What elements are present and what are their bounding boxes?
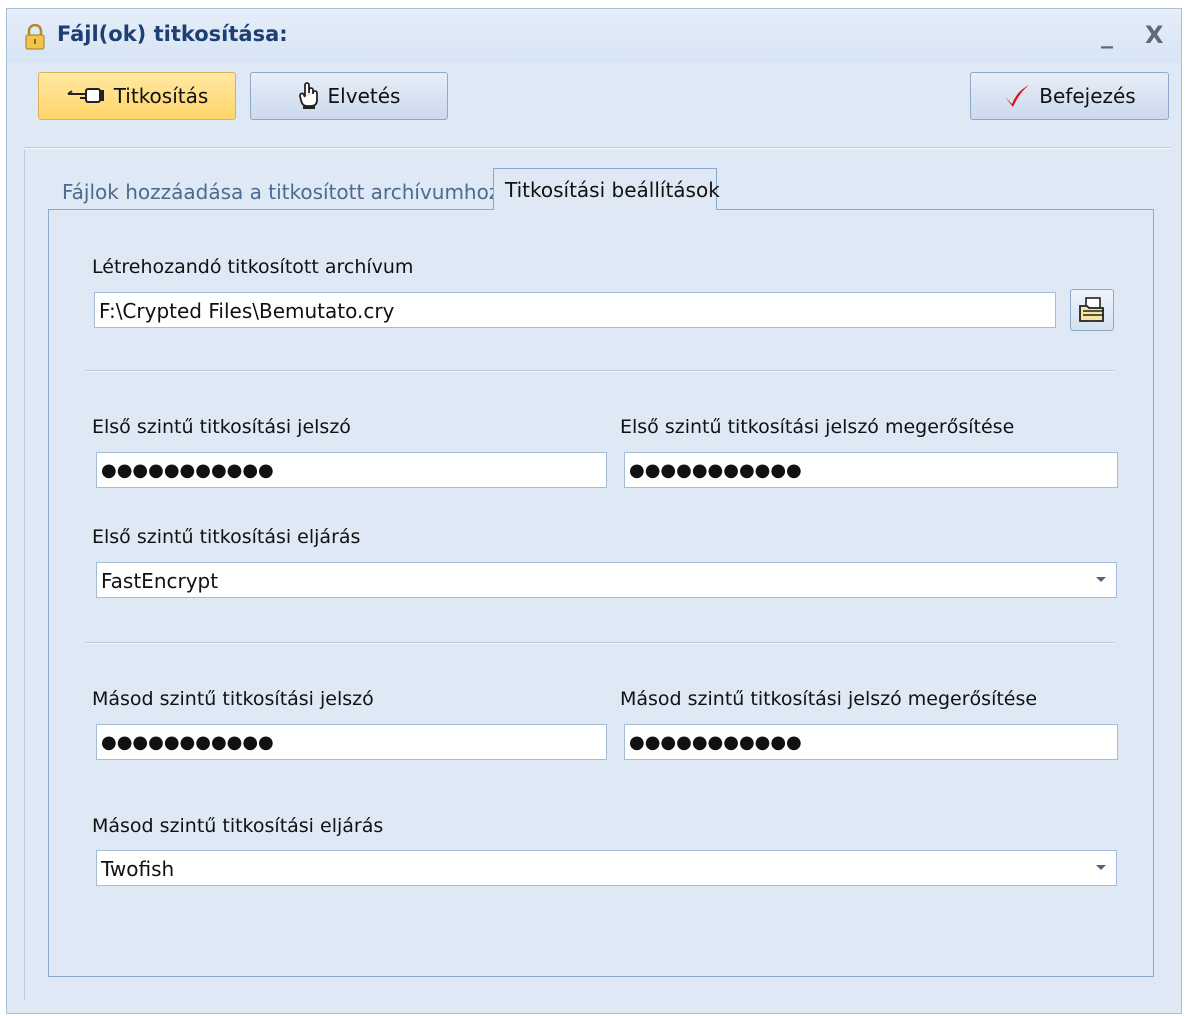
level2-confirm-input[interactable]: ●●●●●●●●●●● <box>624 724 1118 760</box>
level1-password-label: Első szintű titkosítási jelszó <box>92 416 351 438</box>
chevron-down-icon <box>1096 865 1106 870</box>
raised-hand-icon <box>298 82 318 109</box>
chevron-down-icon <box>1096 577 1106 582</box>
browse-button[interactable] <box>1070 289 1114 331</box>
tab-encryption-settings[interactable]: Titkosítási beállítások <box>493 168 720 210</box>
checkmark-icon <box>1005 85 1030 107</box>
level1-confirm-input[interactable]: ●●●●●●●●●●● <box>624 452 1118 488</box>
level1-method-value: FastEncrypt <box>101 569 219 593</box>
archive-label: Létrehozandó titkosított archívum <box>92 256 414 278</box>
window-title: Fájl(ok) titkosítása: <box>57 22 288 46</box>
level2-method-value: Twofish <box>101 857 175 881</box>
level1-method-select[interactable]: FastEncrypt <box>96 562 1117 598</box>
pointing-hand-icon <box>67 88 104 103</box>
toolbar-separator <box>24 147 1170 149</box>
discard-button-label: Elvetés <box>327 84 401 108</box>
level2-password-label: Másod szintű titkosítási jelszó <box>92 688 374 710</box>
lock-icon <box>25 24 45 50</box>
folder-open-icon <box>1079 297 1104 322</box>
section-divider <box>86 370 1114 372</box>
discard-button[interactable]: Elvetés <box>250 72 448 120</box>
finish-button[interactable]: Befejezés <box>970 72 1169 120</box>
close-button[interactable]: X <box>1145 21 1164 49</box>
level2-method-select[interactable]: Twofish <box>96 850 1117 886</box>
archive-path-input[interactable]: F:\Crypted Files\Bemutato.cry <box>94 292 1056 328</box>
tab-add-files[interactable]: Fájlok hozzáadása a titkosított archívum… <box>62 180 499 204</box>
level1-password-input[interactable]: ●●●●●●●●●●● <box>96 452 607 488</box>
level2-method-label: Másod szintű titkosítási eljárás <box>92 815 384 837</box>
encrypt-button[interactable]: Titkosítás <box>38 72 236 120</box>
level1-confirm-label: Első szintű titkosítási jelszó megerősít… <box>620 416 1015 438</box>
level2-password-input[interactable]: ●●●●●●●●●●● <box>96 724 607 760</box>
encrypt-button-label: Titkosítás <box>113 84 209 108</box>
level2-confirm-label: Másod szintű titkosítási jelszó megerősí… <box>620 688 1038 710</box>
section-divider <box>86 642 1114 644</box>
title-bar: Fájl(ok) titkosítása: _ X <box>7 9 1181 63</box>
level1-method-label: Első szintű titkosítási eljárás <box>92 526 361 548</box>
finish-button-label: Befejezés <box>1039 84 1136 108</box>
minimize-button[interactable]: _ <box>1101 21 1113 49</box>
